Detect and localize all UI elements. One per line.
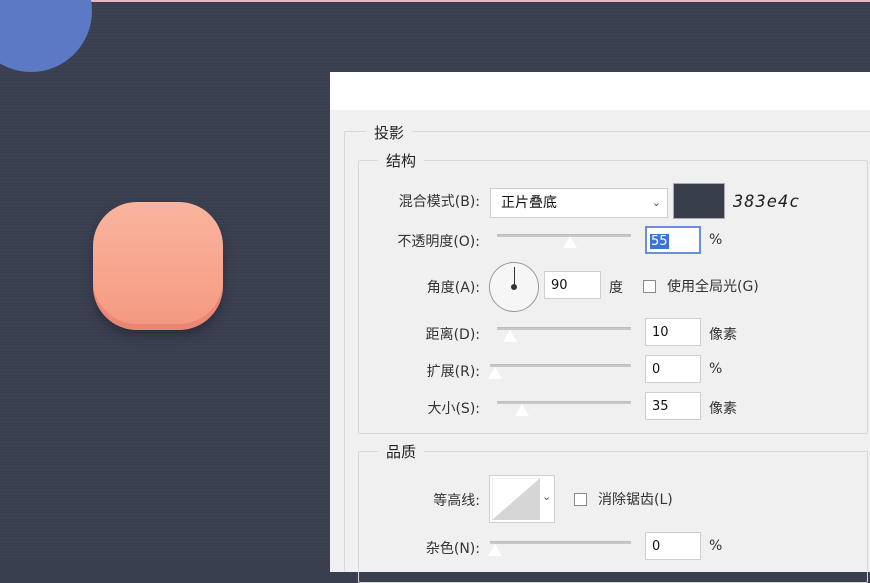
contour-picker[interactable]: ⌄ <box>489 475 555 523</box>
distance-slider-track[interactable] <box>497 327 631 330</box>
noise-slider-track[interactable] <box>490 541 631 544</box>
distance-input[interactable]: 10 <box>645 318 701 346</box>
top-accent-line <box>0 0 870 2</box>
opacity-unit: % <box>709 232 723 248</box>
contour-preview-icon <box>492 478 540 520</box>
distance-unit: 像素 <box>709 327 737 343</box>
chevron-down-icon: ⌄ <box>542 490 552 503</box>
global-light-label[interactable]: 使用全局光(G) <box>667 276 759 296</box>
angle-dial-center <box>511 284 517 290</box>
spread-slider-track[interactable] <box>490 364 631 367</box>
distance-slider-thumb[interactable] <box>502 329 518 343</box>
shadow-color-swatch[interactable] <box>673 183 725 219</box>
spread-input[interactable]: 0 <box>645 355 701 383</box>
quality-group <box>358 451 868 583</box>
size-input[interactable]: 35 <box>645 392 701 420</box>
angle-label: 角度(A): <box>426 280 480 296</box>
opacity-slider-thumb[interactable] <box>562 235 578 249</box>
chevron-down-icon: ⌄ <box>651 196 661 209</box>
distance-label: 距离(D): <box>425 327 480 343</box>
shadow-color-hex-note: 383e4c <box>733 192 801 212</box>
blend-mode-select[interactable]: 正片叠底 ⌄ <box>490 188 668 218</box>
noise-input[interactable]: 0 <box>645 532 701 560</box>
rounded-button-preview <box>93 202 223 330</box>
size-value: 35 <box>652 399 669 414</box>
anti-alias-label[interactable]: 消除锯齿(L) <box>598 489 673 509</box>
quality-title: 品质 <box>378 441 425 462</box>
contour-label: 等高线: <box>433 493 480 509</box>
angle-unit: 度 <box>609 280 623 296</box>
opacity-label: 不透明度(O): <box>397 234 480 250</box>
noise-unit: % <box>709 538 723 554</box>
global-light-checkbox[interactable] <box>643 280 656 293</box>
spread-label: 扩展(R): <box>426 364 480 380</box>
size-unit: 像素 <box>709 401 737 417</box>
drop-shadow-section-title: 投影 <box>366 122 413 143</box>
spread-value: 0 <box>652 362 661 377</box>
structure-title: 结构 <box>378 150 425 171</box>
angle-dial-icon[interactable] <box>489 262 539 312</box>
noise-label: 杂色(N): <box>425 541 480 557</box>
spread-unit: % <box>709 361 723 377</box>
spread-slider-thumb[interactable] <box>487 366 503 380</box>
size-slider-thumb[interactable] <box>514 403 530 417</box>
distance-value: 10 <box>652 325 669 340</box>
dialog-header-area <box>330 72 870 110</box>
blend-mode-value: 正片叠底 <box>501 195 557 211</box>
noise-slider-thumb[interactable] <box>487 543 503 557</box>
anti-alias-checkbox[interactable] <box>574 493 587 506</box>
blend-mode-label: 混合模式(B): <box>398 194 480 210</box>
opacity-value: 55 <box>650 234 669 249</box>
opacity-input[interactable]: 55 <box>645 226 701 254</box>
angle-value: 90 <box>551 278 568 293</box>
angle-input[interactable]: 90 <box>544 271 601 299</box>
size-label: 大小(S): <box>427 401 480 417</box>
noise-value: 0 <box>652 539 661 554</box>
